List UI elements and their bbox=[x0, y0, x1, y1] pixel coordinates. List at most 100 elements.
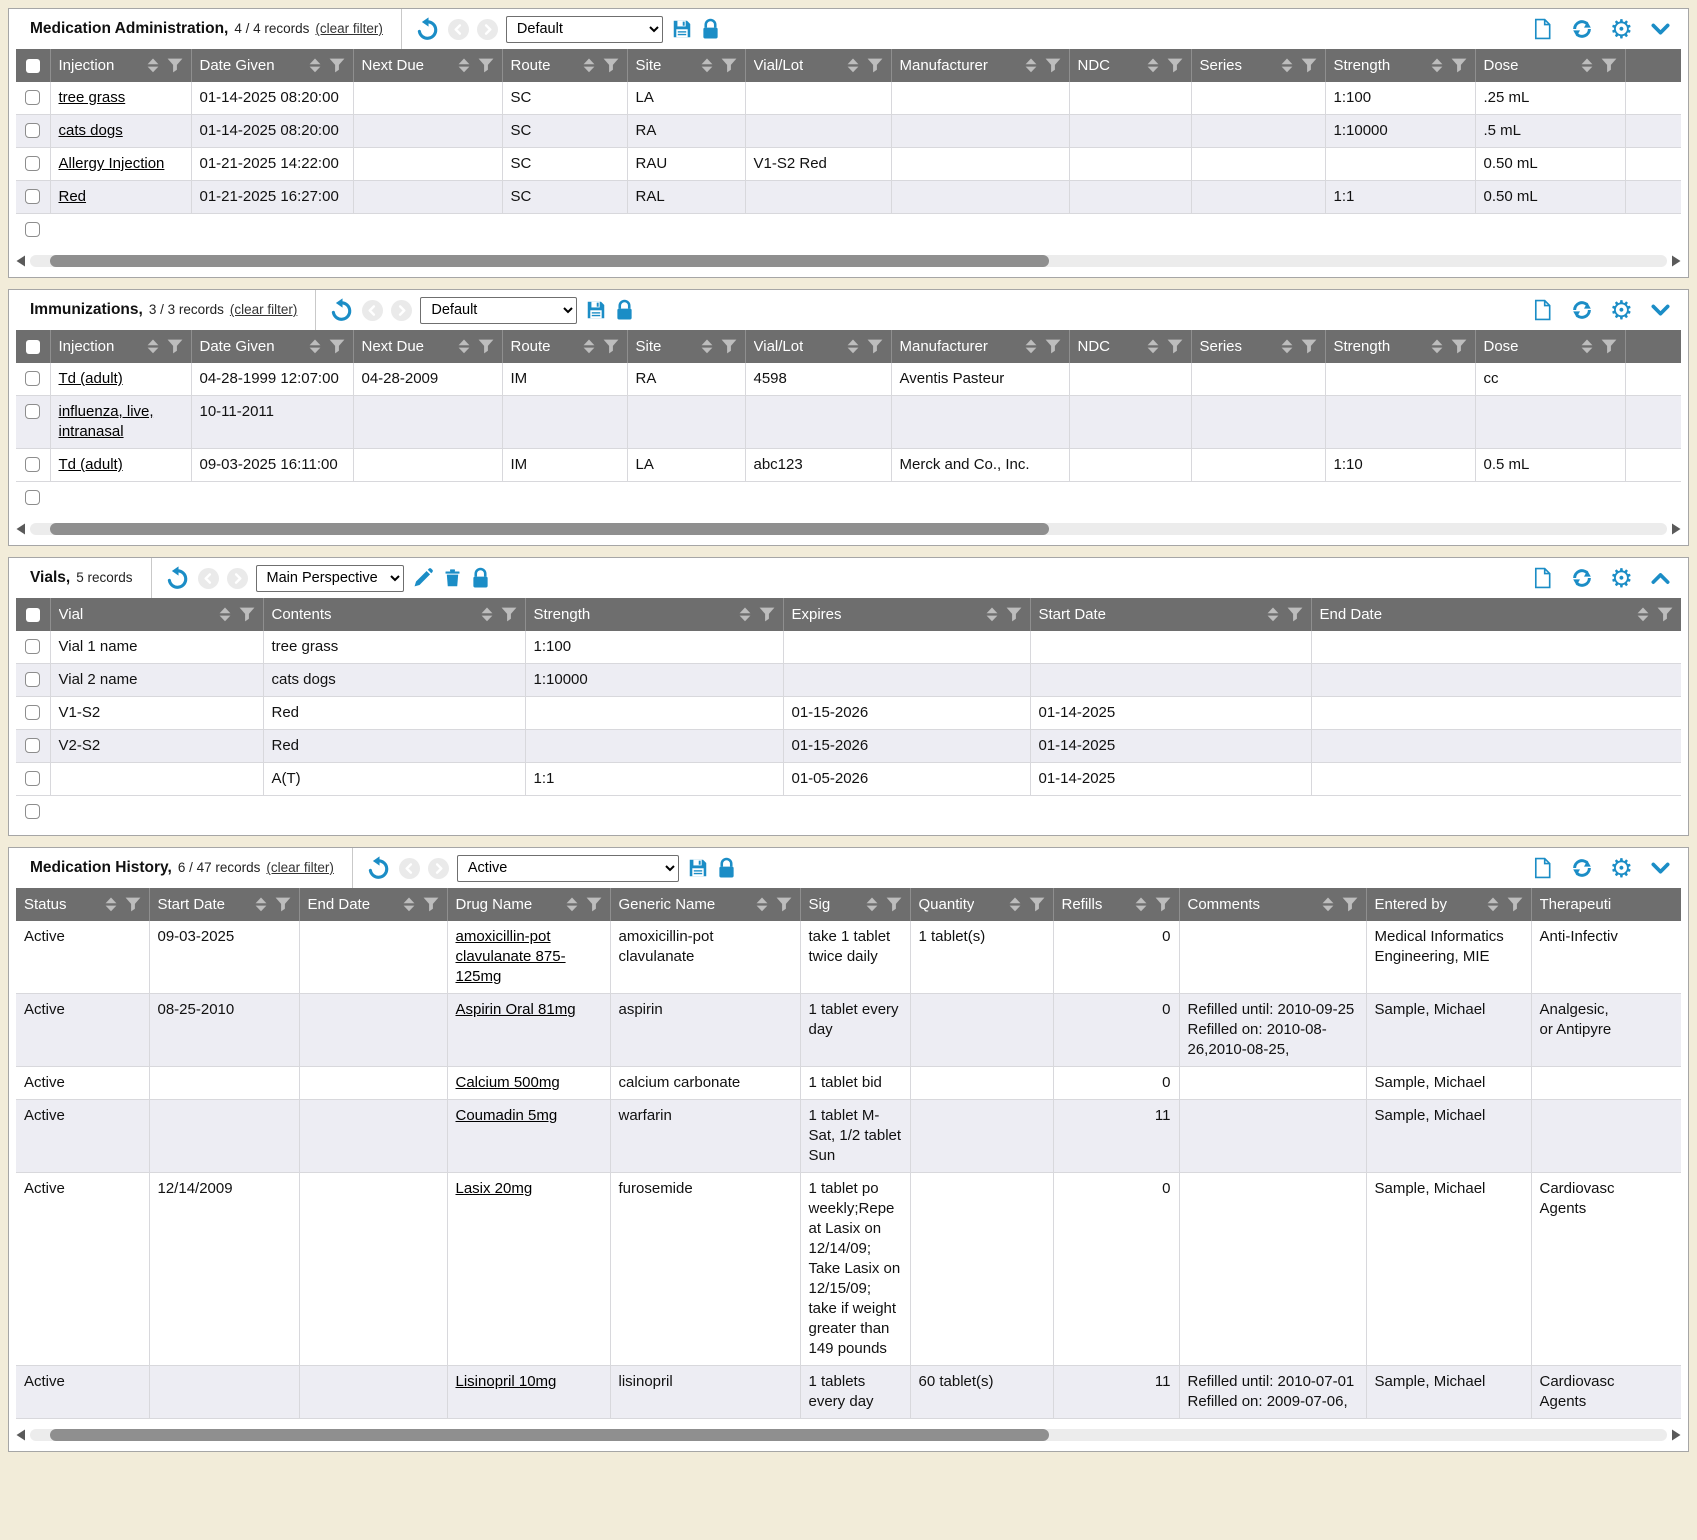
sort-toggle[interactable] bbox=[1431, 58, 1443, 73]
save-button[interactable] bbox=[687, 857, 709, 879]
column-header-next-due[interactable]: Next Due bbox=[353, 49, 502, 82]
new-record-button[interactable] bbox=[1531, 856, 1554, 880]
delete-button[interactable] bbox=[442, 567, 463, 589]
sort-toggle[interactable] bbox=[1431, 339, 1443, 354]
next-button[interactable] bbox=[227, 568, 248, 589]
column-header-series[interactable]: Series bbox=[1191, 330, 1325, 363]
drug-name-link[interactable]: Aspirin Oral 81mg bbox=[456, 1001, 576, 1018]
row-checkbox[interactable] bbox=[25, 672, 40, 687]
row-checkbox[interactable] bbox=[25, 705, 40, 720]
filter-button[interactable] bbox=[1045, 339, 1061, 354]
refresh-button[interactable] bbox=[1570, 17, 1594, 41]
filter-button[interactable] bbox=[1045, 58, 1061, 73]
column-header-date-given[interactable]: Date Given bbox=[191, 49, 353, 82]
filter-button[interactable] bbox=[1029, 897, 1045, 912]
filter-button[interactable] bbox=[1342, 897, 1358, 912]
column-header-drug-name[interactable]: Drug Name bbox=[447, 888, 610, 921]
row-checkbox[interactable] bbox=[25, 490, 40, 505]
sort-toggle[interactable] bbox=[1135, 897, 1147, 912]
column-header-vial-lot[interactable]: Vial/Lot bbox=[745, 49, 891, 82]
row-checkbox[interactable] bbox=[25, 189, 40, 204]
filter-button[interactable] bbox=[721, 339, 737, 354]
column-header-end-date[interactable]: End Date bbox=[299, 888, 447, 921]
scrollbar-thumb[interactable] bbox=[50, 255, 1049, 267]
column-header-dose[interactable]: Dose bbox=[1475, 330, 1625, 363]
column-header-start-date[interactable]: Start Date bbox=[1030, 598, 1311, 631]
row-checkbox[interactable] bbox=[25, 404, 40, 419]
drug-name-link[interactable]: Coumadin 5mg bbox=[456, 1107, 558, 1124]
sort-toggle[interactable] bbox=[309, 58, 321, 73]
scroll-left-button[interactable] bbox=[16, 523, 26, 535]
column-header-injection[interactable]: Injection bbox=[50, 49, 191, 82]
sort-toggle[interactable] bbox=[566, 897, 578, 912]
column-header-start-date[interactable]: Start Date bbox=[149, 888, 299, 921]
refresh-button[interactable] bbox=[1570, 856, 1594, 880]
collapse-button[interactable] bbox=[1649, 299, 1672, 322]
column-header-site[interactable]: Site bbox=[627, 330, 745, 363]
filter-button[interactable] bbox=[329, 339, 345, 354]
sort-toggle[interactable] bbox=[403, 897, 415, 912]
new-record-button[interactable] bbox=[1531, 17, 1554, 41]
injection-link[interactable]: influenza, live, intranasal bbox=[59, 403, 154, 440]
sort-toggle[interactable] bbox=[309, 339, 321, 354]
select-all-checkbox[interactable] bbox=[26, 608, 40, 622]
sort-toggle[interactable] bbox=[1147, 339, 1159, 354]
refresh-button[interactable] bbox=[1570, 298, 1594, 322]
settings-button[interactable]: ⚙ bbox=[1610, 297, 1633, 323]
column-header-ndc[interactable]: NDC bbox=[1069, 330, 1191, 363]
column-header-dose[interactable]: Dose bbox=[1475, 49, 1625, 82]
filter-button[interactable] bbox=[1155, 897, 1171, 912]
filter-button[interactable] bbox=[125, 897, 141, 912]
filter-button[interactable] bbox=[586, 897, 602, 912]
filter-button[interactable] bbox=[239, 607, 255, 622]
sort-toggle[interactable] bbox=[147, 58, 159, 73]
next-button[interactable] bbox=[477, 19, 498, 40]
column-header-series[interactable]: Series bbox=[1191, 49, 1325, 82]
refresh-button[interactable] bbox=[1570, 566, 1594, 590]
filter-button[interactable] bbox=[603, 339, 619, 354]
filter-button[interactable] bbox=[329, 58, 345, 73]
perspective-select[interactable]: Active bbox=[457, 855, 679, 882]
column-header-comments[interactable]: Comments bbox=[1179, 888, 1366, 921]
drug-name-link[interactable]: Calcium 500mg bbox=[456, 1074, 560, 1091]
filter-button[interactable] bbox=[1601, 58, 1617, 73]
injection-link[interactable]: Td (adult) bbox=[59, 370, 123, 387]
filter-button[interactable] bbox=[167, 58, 183, 73]
sort-toggle[interactable] bbox=[1322, 897, 1334, 912]
injection-link[interactable]: cats dogs bbox=[59, 122, 123, 139]
column-header-site[interactable]: Site bbox=[627, 49, 745, 82]
scroll-right-button[interactable] bbox=[1671, 1429, 1681, 1441]
sort-toggle[interactable] bbox=[847, 58, 859, 73]
sort-toggle[interactable] bbox=[739, 607, 751, 622]
sort-toggle[interactable] bbox=[105, 897, 117, 912]
prev-button[interactable] bbox=[399, 858, 420, 879]
column-header-manufacturer[interactable]: Manufacturer bbox=[891, 49, 1069, 82]
collapse-button[interactable] bbox=[1649, 567, 1672, 590]
row-checkbox[interactable] bbox=[25, 123, 40, 138]
sort-toggle[interactable] bbox=[1281, 58, 1293, 73]
next-button[interactable] bbox=[391, 300, 412, 321]
perspective-select[interactable]: Main Perspective bbox=[256, 565, 404, 592]
column-header-ndc[interactable]: NDC bbox=[1069, 49, 1191, 82]
sort-toggle[interactable] bbox=[147, 339, 159, 354]
horizontal-scrollbar[interactable] bbox=[16, 253, 1681, 269]
injection-link[interactable]: tree grass bbox=[59, 89, 126, 106]
column-header-refills[interactable]: Refills bbox=[1053, 888, 1179, 921]
sort-toggle[interactable] bbox=[458, 58, 470, 73]
column-header-sig[interactable]: Sig bbox=[800, 888, 910, 921]
filter-button[interactable] bbox=[603, 58, 619, 73]
sort-toggle[interactable] bbox=[756, 897, 768, 912]
column-header-date-given[interactable]: Date Given bbox=[191, 330, 353, 363]
perspective-select[interactable]: Default bbox=[420, 297, 577, 324]
column-header-route[interactable]: Route bbox=[502, 49, 627, 82]
column-header-therapeuti[interactable]: Therapeuti bbox=[1531, 888, 1681, 921]
select-all-checkbox[interactable] bbox=[26, 59, 40, 73]
sort-toggle[interactable] bbox=[1281, 339, 1293, 354]
filter-button[interactable] bbox=[1507, 897, 1523, 912]
column-header-expires[interactable]: Expires bbox=[783, 598, 1030, 631]
edit-button[interactable] bbox=[412, 567, 434, 589]
drug-name-link[interactable]: Lasix 20mg bbox=[456, 1180, 533, 1197]
filter-button[interactable] bbox=[776, 897, 792, 912]
scrollbar-thumb[interactable] bbox=[50, 523, 1049, 535]
filter-button[interactable] bbox=[501, 607, 517, 622]
